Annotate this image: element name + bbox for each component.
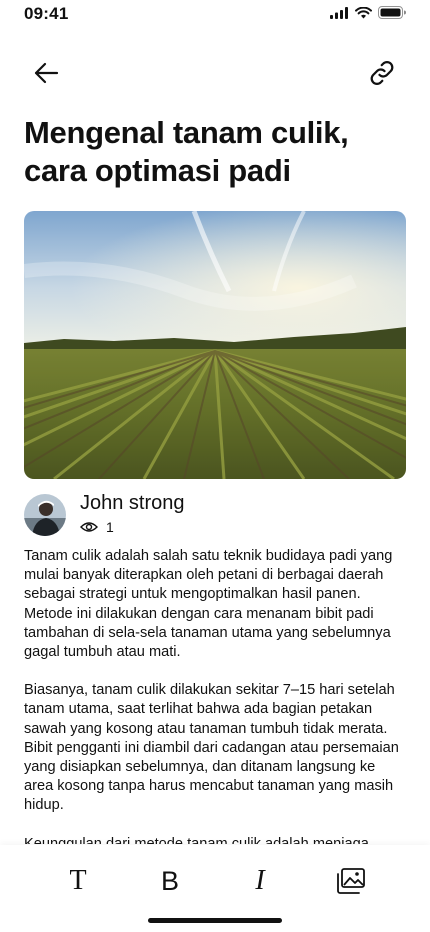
insert-image-button[interactable]	[331, 863, 371, 899]
avatar[interactable]	[24, 494, 66, 536]
arrow-left-icon	[34, 62, 59, 84]
italic-label: I	[255, 865, 265, 896]
status-time: 09:41	[24, 4, 69, 23]
article-title: Mengenal tanam culik, cara optimasi padi	[24, 115, 349, 188]
author-name[interactable]: John strong	[80, 492, 185, 514]
paragraph: Keunggulan dari metode tanam culik adala…	[24, 835, 369, 844]
eye-icon	[80, 522, 98, 532]
image-gallery-icon	[337, 868, 365, 894]
back-button[interactable]	[24, 51, 68, 95]
hero-image	[24, 211, 406, 479]
text-style-label: T	[69, 865, 87, 896]
view-count: 1	[80, 519, 114, 535]
text-style-button[interactable]: T	[58, 863, 98, 899]
status-icons	[330, 6, 406, 19]
paragraph: Tanam culik adalah salah satu teknik bud…	[24, 548, 393, 661]
status-bar: 09:41	[0, 0, 430, 28]
italic-button[interactable]: I	[240, 863, 280, 899]
signal-icon	[330, 6, 348, 19]
link-icon	[370, 60, 394, 86]
view-count-value: 1	[106, 519, 114, 535]
wifi-icon	[355, 6, 372, 18]
bold-button[interactable]: B	[150, 863, 190, 899]
bold-label: B	[160, 866, 179, 896]
article-body: Tanam culik adalah salah satu teknik bud…	[24, 547, 406, 844]
paragraph: Biasanya, tanam culik dilakukan sekitar …	[24, 682, 399, 814]
rice-field-photo	[24, 211, 406, 479]
author-photo	[24, 494, 66, 536]
battery-icon	[378, 6, 406, 19]
author-row: John strong 1	[24, 492, 406, 538]
copy-link-button[interactable]	[360, 51, 404, 95]
home-indicator[interactable]	[148, 918, 282, 923]
